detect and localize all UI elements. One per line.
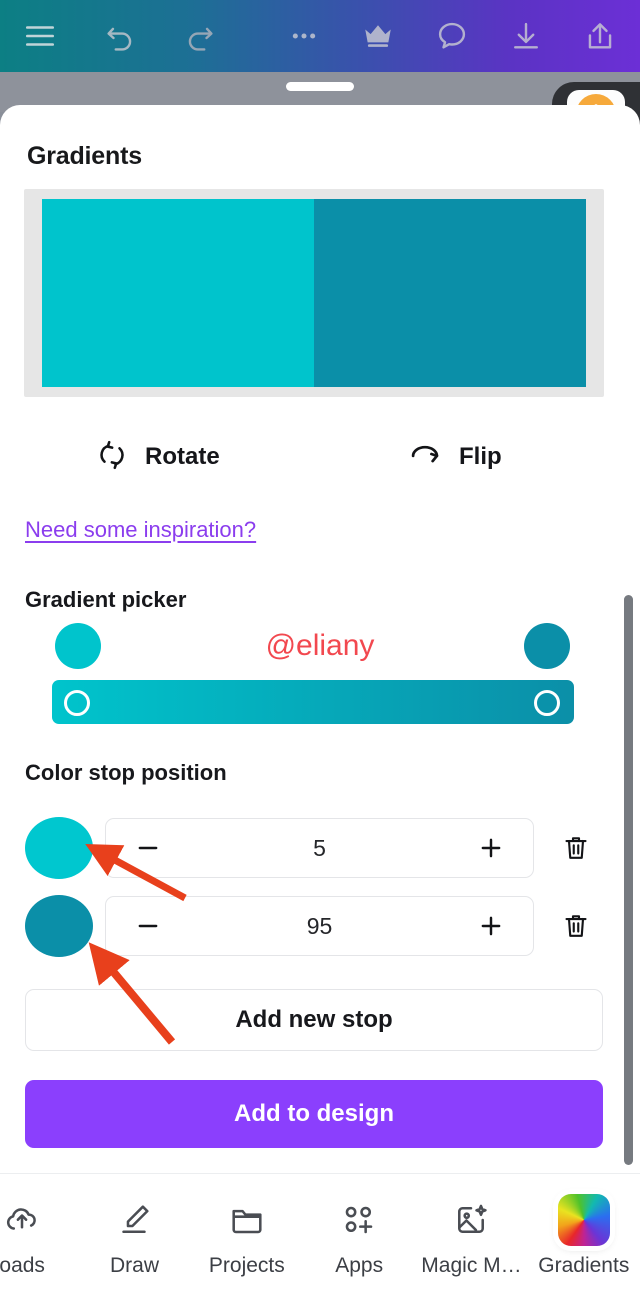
- color-stop-swatch-2[interactable]: [25, 895, 93, 957]
- page-title: Gradients: [27, 142, 142, 170]
- inspiration-link[interactable]: Need some inspiration?: [25, 517, 256, 543]
- download-icon[interactable]: [500, 10, 552, 62]
- gradient-transform-actions: Rotate Flip: [0, 427, 640, 487]
- gradients-panel: Gradients Rotate Flip Need some inspirat…: [0, 105, 640, 1173]
- editor-top-bar: [0, 0, 640, 72]
- share-icon[interactable]: [574, 10, 626, 62]
- color-wheel-icon: [557, 1194, 610, 1246]
- vertical-scrollbar[interactable]: [624, 595, 633, 1165]
- flip-icon: [408, 438, 442, 477]
- nav-uploads-label: oads: [0, 1254, 45, 1277]
- cloud-upload-icon: [3, 1198, 41, 1242]
- increment-button-2[interactable]: [471, 906, 511, 946]
- nav-magic-media-label: Magic M…: [421, 1254, 522, 1277]
- nav-projects-label: Projects: [208, 1254, 285, 1277]
- app-root: Gradients Rotate Flip Need some inspirat…: [0, 0, 640, 1301]
- flip-label: Flip: [459, 443, 502, 470]
- apps-grid-plus-icon: [340, 1198, 378, 1242]
- gradient-stop-swatch-1[interactable]: [55, 623, 101, 669]
- decrement-button-2[interactable]: [128, 906, 168, 946]
- add-to-design-button[interactable]: Add to design: [25, 1080, 603, 1148]
- increment-button-1[interactable]: [471, 828, 511, 868]
- flip-button[interactable]: Flip: [408, 427, 502, 487]
- nav-uploads[interactable]: oads: [0, 1174, 78, 1301]
- nav-gradients-label: Gradients: [538, 1254, 630, 1277]
- color-stop-stepper-2: 95: [105, 896, 534, 956]
- nav-magic-media[interactable]: Magic M…: [415, 1174, 527, 1301]
- color-stop-row-1: 5: [0, 817, 640, 879]
- gradient-preview-frame: [24, 189, 604, 397]
- gradient-slider-handle-2[interactable]: [534, 690, 560, 716]
- nav-projects[interactable]: Projects: [191, 1174, 303, 1301]
- color-stop-value-2[interactable]: 95: [307, 913, 333, 940]
- add-new-stop-button[interactable]: Add new stop: [25, 989, 603, 1051]
- rotate-icon: [96, 439, 128, 476]
- delete-stop-button-2[interactable]: [556, 906, 596, 946]
- decrement-button-1[interactable]: [128, 828, 168, 868]
- gradient-picker-heading: Gradient picker: [25, 587, 187, 612]
- gradient-slider-handle-1[interactable]: [64, 690, 90, 716]
- color-stop-stepper-1: 5: [105, 818, 534, 878]
- gradient-stop-swatch-2[interactable]: [524, 623, 570, 669]
- folder-icon: [228, 1198, 266, 1242]
- nav-draw-label: Draw: [109, 1254, 159, 1277]
- delete-stop-button-1[interactable]: [556, 828, 596, 868]
- pen-icon: [115, 1198, 153, 1242]
- crown-icon[interactable]: [352, 10, 404, 62]
- menu-icon[interactable]: [14, 10, 66, 62]
- comment-icon[interactable]: [426, 10, 478, 62]
- redo-icon[interactable]: [174, 10, 226, 62]
- nav-apps-label: Apps: [335, 1254, 384, 1277]
- nav-apps[interactable]: Apps: [303, 1174, 415, 1301]
- rotate-button[interactable]: Rotate: [96, 427, 220, 487]
- color-stop-position-heading: Color stop position: [25, 760, 227, 785]
- more-options-icon[interactable]: [278, 10, 330, 62]
- color-stop-swatch-1[interactable]: [25, 817, 93, 879]
- undo-icon[interactable]: [94, 10, 146, 62]
- color-stop-row-2: 95: [0, 895, 640, 957]
- nav-draw[interactable]: Draw: [78, 1174, 190, 1301]
- magic-media-icon: [452, 1198, 490, 1242]
- rotate-label: Rotate: [145, 443, 220, 470]
- nav-gradients[interactable]: Gradients: [528, 1174, 640, 1301]
- gradient-slider-track[interactable]: [52, 680, 574, 724]
- color-stop-value-1[interactable]: 5: [313, 835, 326, 862]
- gradient-preview[interactable]: [42, 199, 586, 387]
- bottom-navigation: oads Draw Projects Apps Magic M… Gradien…: [0, 1173, 640, 1301]
- sheet-drag-handle[interactable]: [286, 82, 354, 91]
